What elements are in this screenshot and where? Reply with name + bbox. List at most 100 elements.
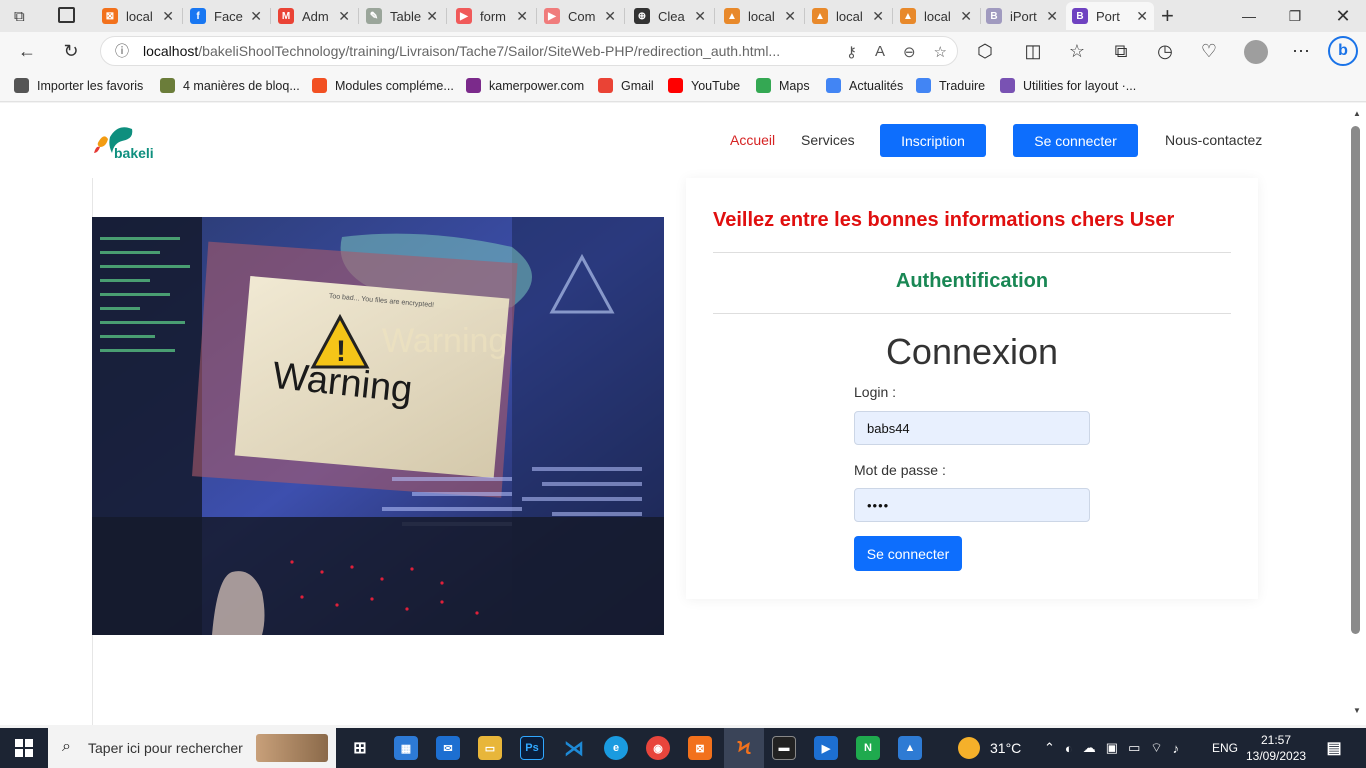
profile-avatar[interactable] bbox=[1244, 40, 1268, 64]
display-icon[interactable]: ▣ bbox=[1106, 740, 1118, 756]
browser-tab[interactable]: ⊕ Clea ✕ bbox=[628, 2, 712, 30]
browser-tab[interactable]: ▲ local ✕ bbox=[894, 2, 978, 30]
mail-icon[interactable]: ✉ bbox=[436, 736, 460, 760]
refresh-button[interactable]: ↻ bbox=[56, 36, 86, 66]
restore-button[interactable]: ❐ bbox=[1272, 0, 1318, 32]
nav-contact[interactable]: Nous-contactez bbox=[1165, 132, 1262, 148]
scroll-up-icon[interactable]: ▲ bbox=[1353, 109, 1361, 118]
vscode-icon[interactable]: ⋊ bbox=[562, 736, 586, 760]
nav-connecter-button[interactable]: Se connecter bbox=[1013, 124, 1138, 157]
bookmark-item[interactable]: Utilities for layout ·... bbox=[1000, 78, 1136, 93]
taskbar-search[interactable]: ⌕ Taper ici pour rechercher bbox=[48, 728, 336, 768]
close-tab-icon[interactable]: ✕ bbox=[1046, 8, 1058, 25]
extensions-icon[interactable]: ⬡ bbox=[970, 36, 1000, 66]
browser-tab[interactable]: f Face ✕ bbox=[184, 2, 268, 30]
zoom-icon[interactable]: ⊖ bbox=[903, 43, 916, 61]
bookmark-item[interactable]: kamerpower.com bbox=[466, 78, 584, 93]
browser-tab[interactable]: ⊠ local ✕ bbox=[96, 2, 180, 30]
nav-inscription-button[interactable]: Inscription bbox=[880, 124, 986, 157]
bookmark-item[interactable]: 4 manières de bloq... bbox=[160, 78, 300, 93]
split-screen-icon[interactable]: ◫ bbox=[1018, 36, 1048, 66]
close-tab-icon[interactable]: ✕ bbox=[338, 8, 350, 25]
bookmark-item[interactable]: Traduire bbox=[916, 78, 985, 93]
browser-tab[interactable]: M Adm ✕ bbox=[272, 2, 356, 30]
new-tab-button[interactable]: + bbox=[1161, 3, 1174, 29]
bookmark-item[interactable]: Maps bbox=[756, 78, 810, 93]
browser-tab[interactable]: ▶ Com ✕ bbox=[538, 2, 622, 30]
edge-icon[interactable]: e bbox=[604, 736, 628, 760]
close-tab-icon[interactable]: ✕ bbox=[784, 8, 796, 25]
close-tab-icon[interactable]: ✕ bbox=[516, 8, 528, 25]
close-tab-icon[interactable]: ✕ bbox=[604, 8, 616, 25]
favorite-star-icon[interactable]: ☆ bbox=[934, 43, 947, 61]
browser-tab[interactable]: ✎ Table ✕ bbox=[360, 2, 444, 30]
close-tab-icon[interactable]: ✕ bbox=[872, 8, 884, 25]
clock-date: 13/09/2023 bbox=[1246, 749, 1307, 763]
nav-services[interactable]: Services bbox=[801, 132, 855, 148]
photoshop-icon[interactable]: Ps bbox=[520, 736, 544, 760]
favorites-icon[interactable]: ☆ bbox=[1062, 36, 1092, 66]
history-icon[interactable]: ◷ bbox=[1150, 36, 1180, 66]
close-tab-icon[interactable]: ✕ bbox=[1136, 8, 1148, 25]
back-button[interactable]: ← bbox=[12, 36, 42, 66]
close-tab-icon[interactable]: ✕ bbox=[960, 8, 972, 25]
youtube-icon bbox=[668, 78, 683, 93]
video-editor-icon[interactable]: ▶ bbox=[814, 736, 838, 760]
browser-tab[interactable]: ▲ local ✕ bbox=[806, 2, 890, 30]
weather-widget[interactable]: 31°C bbox=[958, 728, 1021, 768]
network-icon[interactable]: ⌔ bbox=[1150, 740, 1162, 756]
site-info-icon[interactable]: ⓘ bbox=[115, 41, 129, 61]
collections-icon[interactable]: ⧉ bbox=[1106, 36, 1136, 66]
tab-actions-icon[interactable] bbox=[58, 7, 75, 23]
volume-icon[interactable]: ♪ bbox=[1173, 741, 1180, 756]
password-input[interactable]: •••• bbox=[854, 488, 1090, 522]
bookmark-item[interactable]: YouTube bbox=[668, 78, 740, 93]
nav-accueil[interactable]: Accueil bbox=[730, 132, 775, 148]
bookmark-item[interactable]: Modules compléme... bbox=[312, 78, 454, 93]
browser-tab[interactable]: ▶ form ✕ bbox=[450, 2, 534, 30]
close-tab-icon[interactable]: ✕ bbox=[162, 8, 174, 25]
scroll-down-icon[interactable]: ▼ bbox=[1353, 706, 1361, 715]
url-field[interactable]: ⓘ localhost/bakeliShoolTechnology/traini… bbox=[100, 36, 958, 66]
bookmark-item[interactable]: Importer les favoris bbox=[14, 78, 143, 93]
browser-essentials-icon[interactable]: ♡ bbox=[1194, 36, 1224, 66]
store-icon[interactable]: ▦ bbox=[394, 736, 418, 760]
battery-icon[interactable]: ▭ bbox=[1128, 740, 1140, 756]
bing-copilot-icon[interactable]: b bbox=[1328, 36, 1358, 66]
notifications-icon[interactable]: ▤ bbox=[1322, 736, 1346, 760]
workspaces-icon[interactable]: ⧉ bbox=[14, 8, 25, 25]
browser-tab[interactable]: ▲ local ✕ bbox=[718, 2, 802, 30]
bookmark-item[interactable]: Actualités bbox=[826, 78, 903, 93]
warning-hero-image: Too bad... You files are encrypted! ! Wa… bbox=[92, 217, 664, 635]
scrollbar-thumb[interactable] bbox=[1351, 126, 1360, 634]
cloud-icon[interactable]: ☁ bbox=[1083, 740, 1096, 756]
terminal-icon[interactable]: ▬ bbox=[772, 736, 796, 760]
close-window-button[interactable]: ✕ bbox=[1320, 0, 1366, 32]
file-explorer-icon[interactable]: ▭ bbox=[478, 736, 502, 760]
language-indicator[interactable]: ENG bbox=[1212, 728, 1238, 768]
nodejs-icon[interactable]: N bbox=[856, 736, 880, 760]
tray-app-icon[interactable]: ◐ bbox=[1065, 741, 1073, 756]
xampp-icon[interactable]: ⊠ bbox=[688, 736, 712, 760]
start-button[interactable] bbox=[0, 728, 48, 768]
submit-button[interactable]: Se connecter bbox=[854, 536, 962, 571]
browser-tab[interactable]: BiPort ✕ bbox=[980, 2, 1064, 30]
close-tab-icon[interactable]: ✕ bbox=[250, 8, 262, 25]
minimize-button[interactable]: — bbox=[1226, 0, 1272, 32]
tab-title: iPort bbox=[1010, 8, 1037, 24]
chrome-icon[interactable]: ◉ bbox=[646, 736, 670, 760]
filezilla-icon[interactable]: Ϟ bbox=[732, 736, 756, 760]
close-tab-icon[interactable]: ✕ bbox=[426, 8, 438, 25]
bookmark-item[interactable]: Gmail bbox=[598, 78, 654, 93]
chevron-up-icon[interactable]: ⌃ bbox=[1044, 740, 1055, 756]
key-icon[interactable]: ⚷ bbox=[846, 43, 857, 61]
settings-menu-icon[interactable]: ⋯ bbox=[1286, 36, 1316, 66]
tab-title: form bbox=[480, 8, 506, 24]
clock[interactable]: 21:57 13/09/2023 bbox=[1246, 732, 1306, 764]
browser-tab[interactable]: B Port ✕ bbox=[1066, 2, 1154, 30]
task-view-icon[interactable]: ⊞ bbox=[348, 736, 372, 760]
close-tab-icon[interactable]: ✕ bbox=[694, 8, 706, 25]
read-aloud-icon[interactable]: A bbox=[875, 43, 885, 61]
login-input[interactable]: babs44 bbox=[854, 411, 1090, 445]
photos-icon[interactable]: ▲ bbox=[898, 736, 922, 760]
